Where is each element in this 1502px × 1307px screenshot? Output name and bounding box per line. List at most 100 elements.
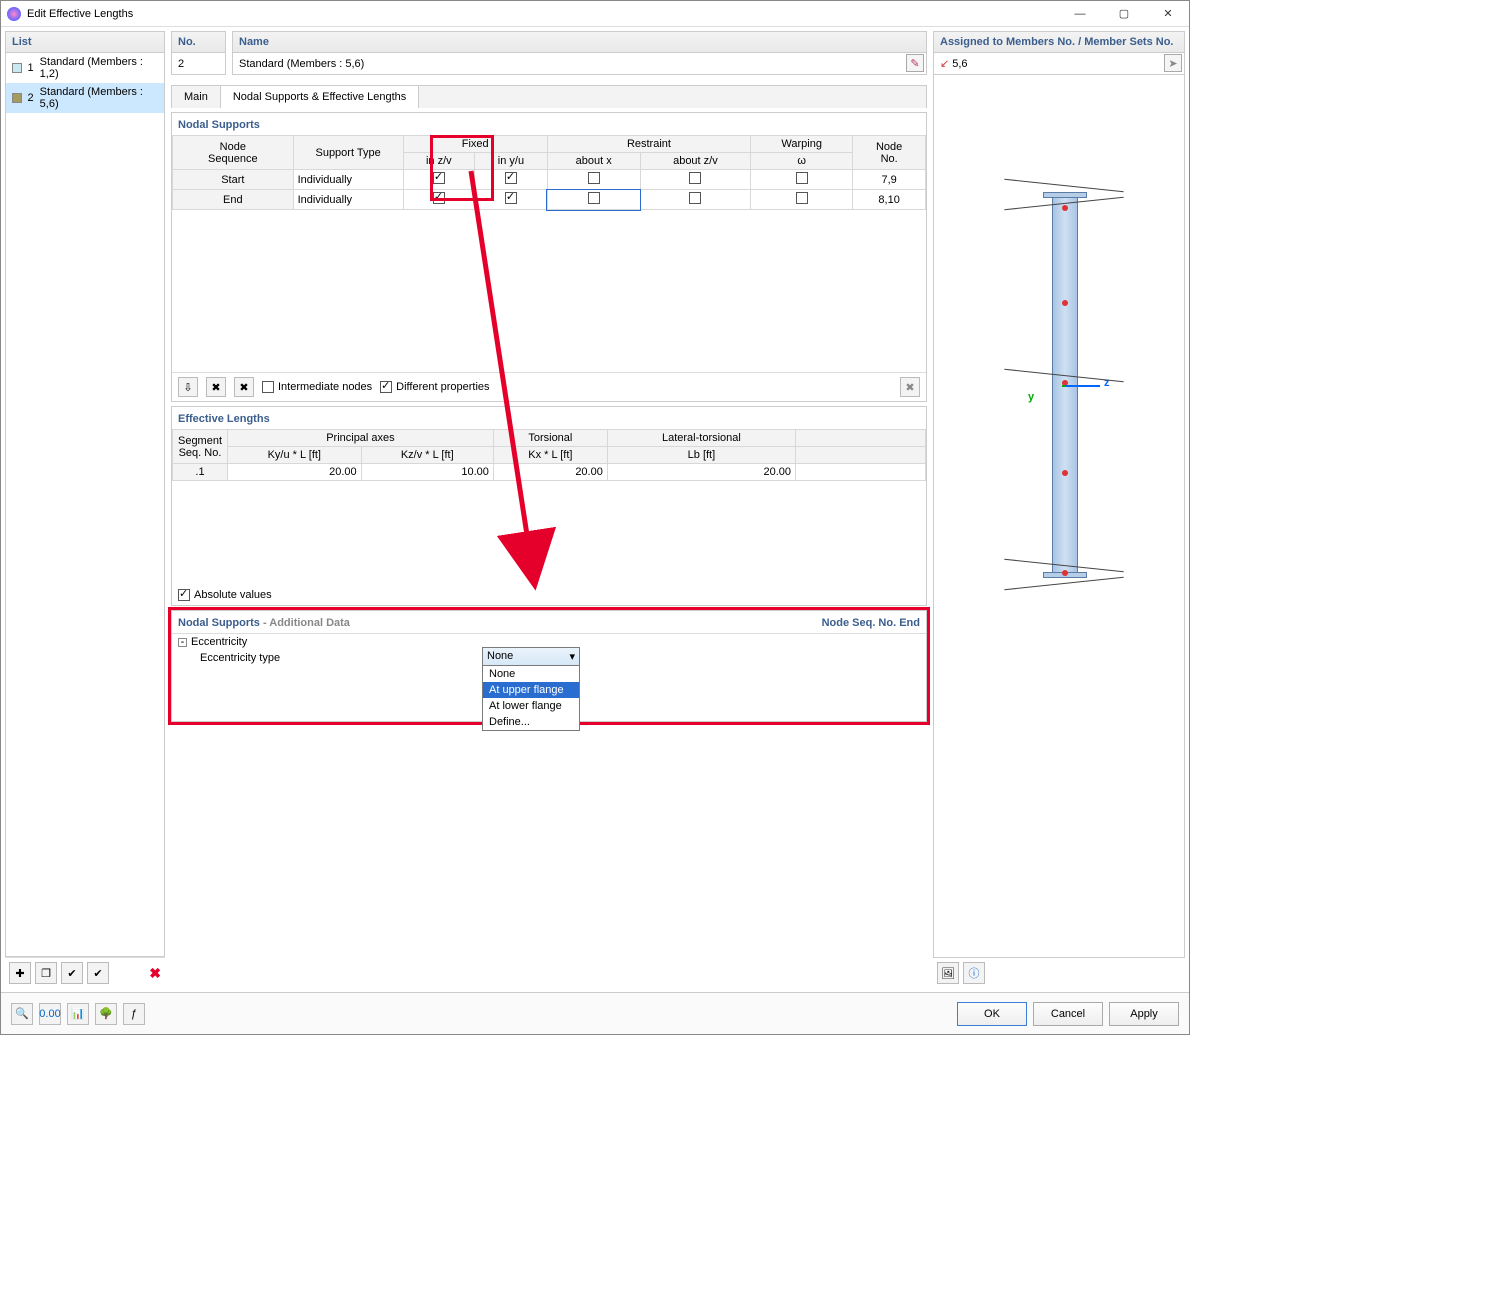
window-buttons: — ▢ ✕ (1065, 4, 1183, 24)
col-warping: Warping (751, 136, 853, 153)
checkbox-icon (796, 192, 808, 204)
option-define[interactable]: Define... (483, 714, 579, 730)
option-none[interactable]: None (483, 666, 579, 682)
search-icon[interactable]: 🔍 (11, 1003, 33, 1025)
delete-icon[interactable]: ✖ (149, 965, 161, 982)
table-row: End Individually 8,10 (173, 190, 926, 210)
no-header: No. (171, 31, 226, 53)
effective-lengths-table: SegmentSeq. No. Principal axes Torsional… (172, 429, 926, 481)
assigned-field[interactable]: ↙ 5,6 ➤ (933, 53, 1185, 75)
name-header: Name (232, 31, 927, 53)
col-seg: SegmentSeq. No. (173, 430, 228, 464)
tree-icon[interactable]: 🌳 (95, 1003, 117, 1025)
tab-main[interactable]: Main (172, 86, 221, 108)
swatch-icon (12, 63, 22, 73)
tab-nodal-supports[interactable]: Nodal Supports & Effective Lengths (221, 86, 419, 108)
col-node: NodeNo. (853, 136, 926, 170)
effective-lengths-title: Effective Lengths (172, 407, 926, 429)
maximize-button[interactable]: ▢ (1109, 4, 1139, 24)
col-yu: in y/u (475, 153, 548, 170)
collapse-icon[interactable]: - (178, 638, 187, 647)
left-toolbar: ✚ ❐ ✔ ✔ ✖ (5, 957, 165, 988)
checkbox-icon (588, 192, 600, 204)
list-label: Standard (Members : 5,6) (40, 86, 158, 110)
checkbox-icon (796, 172, 808, 184)
info-icon[interactable]: ⓘ (963, 962, 985, 984)
close-section-icon[interactable]: ✖ (900, 377, 920, 397)
checkbox-icon (689, 192, 701, 204)
col-torsional: Torsional (493, 430, 607, 447)
copy-icon[interactable]: ❐ (35, 962, 57, 984)
support-icon[interactable]: ⇩ (178, 377, 198, 397)
list-num: 2 (28, 92, 34, 104)
list-header: List (5, 31, 165, 53)
nodal-supports-title: Nodal Supports (172, 113, 926, 135)
uncheck-icon[interactable]: ✔ (87, 962, 109, 984)
col-ax: about x (547, 153, 640, 170)
col-omega: ω (751, 153, 853, 170)
pick-members-icon[interactable]: ➤ (1164, 54, 1182, 72)
new-icon[interactable]: ✚ (9, 962, 31, 984)
minimize-button[interactable]: — (1065, 4, 1095, 24)
col-azv: about z/v (640, 153, 751, 170)
table-row: Start Individually 7,9 (173, 170, 926, 190)
list-num: 1 (28, 62, 34, 74)
report-icon[interactable]: 📊 (67, 1003, 89, 1025)
dialog-bottom-bar: 🔍 0.00 📊 🌳 ƒ OK Cancel Apply (1, 992, 1189, 1034)
app-icon (7, 7, 21, 21)
absolute-values-check[interactable]: Absolute values (178, 589, 272, 601)
list-item-2[interactable]: 2 Standard (Members : 5,6) (6, 83, 164, 113)
titlebar: Edit Effective Lengths — ▢ ✕ (1, 1, 1189, 27)
units-icon[interactable]: 0.00 (39, 1003, 61, 1025)
tabs: Main Nodal Supports & Effective Lengths (171, 85, 927, 108)
checkbox-icon (505, 192, 517, 204)
chevron-down-icon: ▾ (569, 650, 575, 663)
checkbox-icon (505, 172, 517, 184)
col-zv: in z/v (403, 153, 474, 170)
different-properties-check[interactable]: Different properties (380, 381, 489, 393)
support-delete2-icon[interactable]: ✖ (234, 377, 254, 397)
col-ky: Ky/u * L [ft] (228, 447, 362, 464)
eccentricity-type-options: None At upper flange At lower flange Def… (482, 665, 580, 731)
addl-title: Nodal Supports - Additional Data (178, 617, 350, 629)
dimension-icon: ↙ (940, 57, 949, 70)
col-kx: Kx * L [ft] (493, 447, 607, 464)
intermediate-nodes-check[interactable]: Intermediate nodes (262, 381, 372, 393)
viewport-3d[interactable]: y z (933, 75, 1185, 958)
cancel-button[interactable]: Cancel (1033, 1002, 1103, 1026)
list-body: 1 Standard (Members : 1,2) 2 Standard (M… (5, 53, 165, 957)
window-title: Edit Effective Lengths (27, 8, 1065, 20)
edit-name-icon[interactable]: ✎ (906, 54, 924, 72)
no-field[interactable]: 2 (171, 53, 226, 75)
col-restraint: Restraint (547, 136, 750, 153)
view-icon[interactable]: 🖼 (937, 962, 959, 984)
option-lower-flange[interactable]: At lower flange (483, 698, 579, 714)
list-item-1[interactable]: 1 Standard (Members : 1,2) (6, 53, 164, 83)
option-upper-flange[interactable]: At upper flange (483, 682, 579, 698)
col-lt: Lateral-torsional (607, 430, 795, 447)
checkbox-icon (433, 172, 445, 184)
table-row: .1 20.00 10.00 20.00 20.00 (173, 464, 926, 481)
col-fixed: Fixed (403, 136, 547, 153)
close-button[interactable]: ✕ (1153, 4, 1183, 24)
checkall-icon[interactable]: ✔ (61, 962, 83, 984)
formula-icon[interactable]: ƒ (123, 1003, 145, 1025)
apply-button[interactable]: Apply (1109, 1002, 1179, 1026)
addl-right: Node Seq. No. End (822, 617, 920, 629)
col-kz: Kz/v * L [ft] (361, 447, 493, 464)
support-delete-icon[interactable]: ✖ (206, 377, 226, 397)
checkbox-icon (588, 172, 600, 184)
col-principal: Principal axes (228, 430, 494, 447)
nodal-supports-table: NodeSequence Support Type Fixed Restrain… (172, 135, 926, 210)
swatch-icon (12, 93, 22, 103)
list-label: Standard (Members : 1,2) (40, 56, 158, 80)
checkbox-icon (689, 172, 701, 184)
col-seq: NodeSequence (173, 136, 294, 170)
eccentricity-type-select[interactable]: None▾ (482, 647, 580, 667)
name-field[interactable]: Standard (Members : 5,6) ✎ (232, 53, 927, 75)
checkbox-icon (433, 192, 445, 204)
col-support: Support Type (293, 136, 403, 170)
ok-button[interactable]: OK (957, 1002, 1027, 1026)
y-axis-label: y (1028, 391, 1034, 403)
col-lb: Lb [ft] (607, 447, 795, 464)
